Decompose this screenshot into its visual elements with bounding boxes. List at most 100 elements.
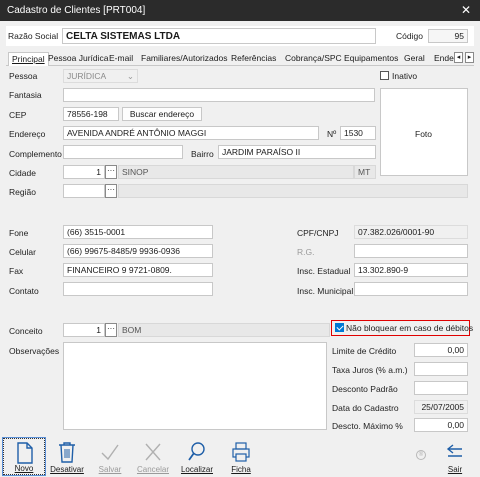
trash-icon <box>59 442 75 463</box>
foto-label: Foto <box>415 129 433 139</box>
search-icon <box>188 442 205 461</box>
fax-field[interactable]: FINANCEIRO 9 9721-0809. <box>63 263 213 277</box>
checkmark-icon <box>101 444 119 461</box>
desativar-label: Desativar <box>50 465 84 474</box>
razao-social-label: Razão Social <box>8 31 59 41</box>
cpf-cnpj-field[interactable]: 07.382.026/0001-90 <box>354 225 468 239</box>
taxa-juros-label: Taxa Juros (% a.m.) <box>332 365 408 375</box>
insc-municipal-label: Insc. Municipal <box>297 286 354 296</box>
conceito-label: Conceito <box>9 326 43 336</box>
insc-estadual-label: Insc. Estadual <box>297 266 351 276</box>
fantasia-field[interactable] <box>63 88 375 102</box>
complemento-label: Complemento <box>9 149 62 159</box>
endereco-field[interactable]: AVENIDA ANDRÉ ANTÔNIO MAGGI <box>63 126 319 140</box>
observacoes-textarea[interactable] <box>63 342 327 430</box>
close-icon[interactable]: ✕ <box>461 3 471 17</box>
salvar-label: Salvar <box>98 465 122 474</box>
pessoa-label: Pessoa <box>9 71 38 81</box>
client-registration-window: Cadastro de Clientes [PRT004] ✕ Razão So… <box>0 0 480 477</box>
fax-label: Fax <box>9 266 24 276</box>
chevron-down-icon: ⌄ <box>126 71 134 81</box>
celular-field[interactable]: (66) 99675-8485/9 9936-0936 <box>63 244 213 258</box>
fone-label: Fone <box>9 228 29 238</box>
ficha-button[interactable]: Ficha <box>220 438 262 475</box>
localizar-button[interactable]: Localizar <box>176 438 218 475</box>
tab-cobranca[interactable]: Cobrança/SPC <box>285 52 342 66</box>
tab-pessoa-juridica[interactable]: Pessoa Jurídica <box>48 52 108 66</box>
cancelar-button[interactable]: Cancelar <box>132 438 174 475</box>
tab-strip: Principal Pessoa Jurídica E-mail Familia… <box>6 52 474 66</box>
codigo-field[interactable]: 95 <box>428 29 468 43</box>
conceito-lookup-icon[interactable]: ··· <box>105 323 117 337</box>
tab-referencias[interactable]: Referências <box>231 52 276 66</box>
desconto-padrao-label: Desconto Padrão <box>332 384 398 394</box>
celular-label: Celular <box>9 247 36 257</box>
exit-arrow-icon <box>446 444 462 457</box>
novo-label: Novo <box>14 464 34 473</box>
sair-button[interactable]: Sair <box>434 438 476 475</box>
bairro-label: Bairro <box>191 149 214 159</box>
tab-email[interactable]: E-mail <box>109 52 133 66</box>
salvar-button[interactable]: Salvar <box>89 438 131 475</box>
rg-field[interactable] <box>354 244 468 258</box>
nao-bloquear-label: Não bloquear em caso de débitos <box>346 323 474 333</box>
tab-principal[interactable]: Principal <box>8 52 49 66</box>
ficha-label: Ficha <box>231 465 251 474</box>
uf-field: MT <box>354 165 376 179</box>
limite-credito-field[interactable]: 0,00 <box>414 343 468 357</box>
tab-geral[interactable]: Geral <box>404 52 425 66</box>
window-title: Cadastro de Clientes [PRT004] <box>7 5 146 16</box>
endereco-label: Endereço <box>9 129 46 139</box>
numero-field[interactable]: 1530 <box>340 126 376 140</box>
photo-box[interactable]: Foto <box>380 88 468 176</box>
insc-municipal-field[interactable] <box>354 282 468 296</box>
regiao-name-field <box>118 184 468 198</box>
desativar-button[interactable]: Desativar <box>46 438 88 475</box>
buscar-endereco-button[interactable]: Buscar endereço <box>122 107 202 121</box>
rg-label: R.G. <box>297 247 315 257</box>
pessoa-value: JURÍDICA <box>67 71 107 81</box>
printer-icon <box>232 442 250 462</box>
tab-endereco[interactable]: Ende <box>434 52 454 66</box>
cidade-lookup-icon[interactable]: ··· <box>105 165 117 179</box>
cep-field[interactable]: 78556-198 <box>63 107 119 121</box>
cep-label: CEP <box>9 110 27 120</box>
inativo-checkbox[interactable] <box>380 71 389 80</box>
observacoes-label: Observações <box>9 346 60 356</box>
complemento-field[interactable] <box>63 145 183 159</box>
contato-field[interactable] <box>63 282 213 296</box>
cidade-label: Cidade <box>9 168 36 178</box>
bairro-field[interactable]: JARDIM PARAÍSO II <box>218 145 376 159</box>
razao-social-field[interactable]: CELTA SISTEMAS LTDA <box>62 28 376 44</box>
limite-credito-label: Limite de Crédito <box>332 346 397 356</box>
pessoa-select[interactable]: JURÍDICA ⌄ <box>63 69 138 83</box>
novo-button[interactable]: Novo <box>2 437 46 476</box>
codigo-label: Código <box>396 31 423 41</box>
descto-maximo-label: Descto. Máximo % <box>332 421 403 431</box>
contato-label: Contato <box>9 286 39 296</box>
nao-bloquear-checkbox[interactable] <box>335 323 344 332</box>
numero-label: Nº <box>327 129 337 139</box>
taxa-juros-field[interactable] <box>414 362 468 376</box>
fantasia-label: Fantasia <box>9 90 42 100</box>
desconto-padrao-field[interactable] <box>414 381 468 395</box>
cancelar-label: Cancelar <box>136 465 169 474</box>
tab-equipamentos[interactable]: Equipamentos <box>344 52 398 66</box>
regiao-lookup-icon[interactable]: ··· <box>105 184 117 198</box>
conceito-name-field: BOM <box>118 323 330 337</box>
cidade-code-field[interactable]: 1 <box>63 165 105 179</box>
insc-estadual-field[interactable]: 13.302.890-9 <box>354 263 468 277</box>
fone-field[interactable]: (66) 3515-0001 <box>63 225 213 239</box>
tab-familiares[interactable]: Familiares/Autorizados <box>141 52 227 66</box>
tab-scroll-right-icon[interactable]: ▸ <box>465 52 474 63</box>
inativo-label: Inativo <box>392 71 418 81</box>
regiao-label: Região <box>9 187 36 197</box>
conceito-code-field[interactable]: 1 <box>63 323 105 337</box>
tab-scroll-left-icon[interactable]: ◂ <box>454 52 463 63</box>
data-cadastro-label: Data do Cadastro <box>332 403 399 413</box>
sair-label: Sair <box>447 465 463 474</box>
descto-maximo-field[interactable]: 0,00 <box>414 418 468 432</box>
registered-icon: ® <box>416 450 426 460</box>
regiao-code-field[interactable] <box>63 184 105 198</box>
cpf-cnpj-label: CPF/CNPJ <box>297 228 339 238</box>
